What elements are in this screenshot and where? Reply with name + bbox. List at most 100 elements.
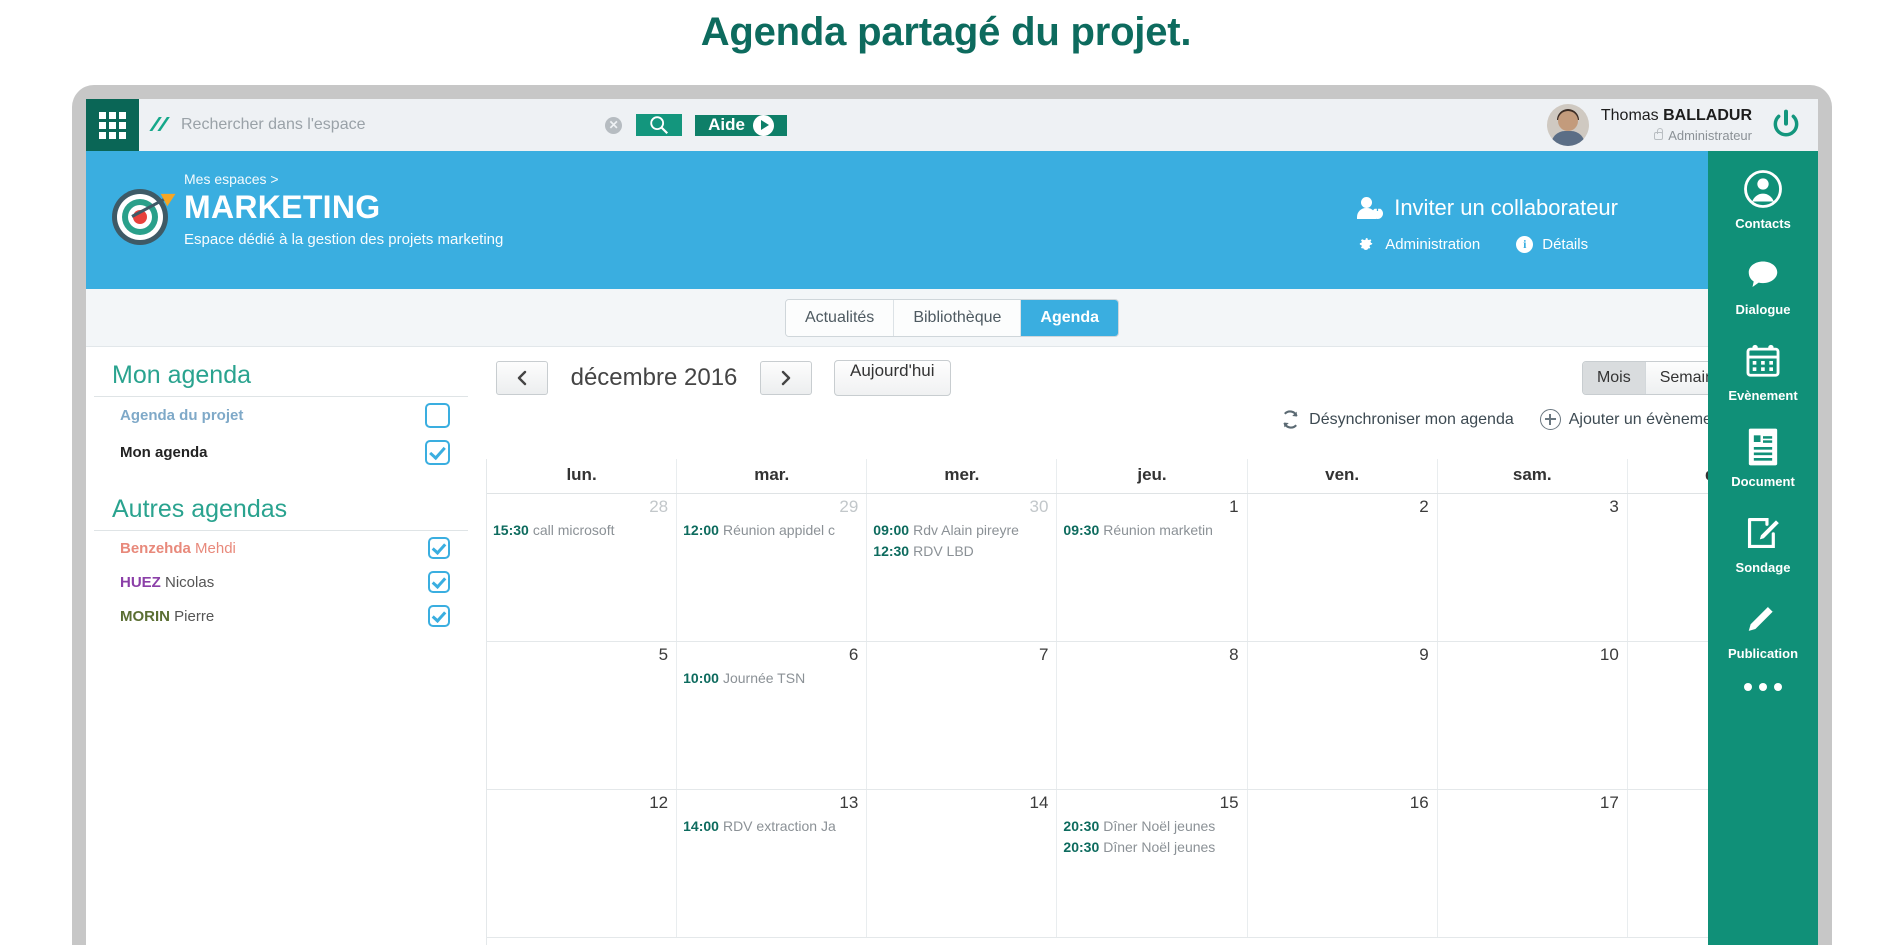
agenda-item-projet[interactable]: Agenda du projet [94,397,468,434]
agenda-label: HUEZ Nicolas [120,573,215,591]
agenda-checkbox[interactable] [425,440,450,465]
tab-agenda[interactable]: Agenda [1021,299,1119,336]
agenda-label: Mon agenda [120,444,208,461]
calendar-day-cell[interactable]: 13 14:00 RDV extraction Ja [677,790,868,937]
search-input[interactable] [181,116,606,134]
user-role: Administrateur [1601,127,1752,145]
play-icon [753,114,774,136]
details-link[interactable]: i Détails [1516,235,1588,254]
agenda-checkbox[interactable] [428,537,450,559]
calendar-day-cell[interactable]: 10 [1438,642,1628,789]
rail-item-contacts[interactable]: Contacts [1708,167,1818,231]
agenda-item-mon-agenda[interactable]: Mon agenda [94,434,468,471]
prev-month-button[interactable] [496,361,548,395]
tab-bibliotheque[interactable]: Bibliothèque [894,299,1022,336]
other-agendas-heading: Autres agendas [94,481,468,531]
calendar-day-cell[interactable]: 17 [1438,790,1628,937]
chevron-right-icon [781,370,791,386]
calendar-event[interactable]: 20:30 Dîner Noël jeunes [1063,818,1240,834]
rail-item-more[interactable] [1708,683,1818,691]
calendar-event[interactable]: 12:30 RDV LBD [873,543,1050,559]
breadcrumb[interactable]: Mes espaces > [184,171,503,187]
avatar[interactable] [1546,104,1589,146]
day-number: 30 [1029,497,1049,516]
calendar-day-cell[interactable]: 1 09:30 Réunion marketin [1057,494,1248,641]
calendar-day-cell[interactable]: 9 [1248,642,1438,789]
calendar-event[interactable]: 09:00 Rdv Alain pireyre [873,522,1050,538]
calendar-day-cell[interactable]: 29 12:00 Réunion appidel c [677,494,868,641]
rail-label: Publication [1727,646,1799,661]
agenda-label: Benzehda Mehdi [120,539,236,557]
help-button[interactable]: Aide [695,114,787,136]
calendar-day-cell[interactable]: 12 [487,790,678,937]
device-frame: ✕ Aide Thomas BALLADUR Administrateur [72,85,1832,945]
apps-grid-button[interactable] [86,99,139,151]
event-time: 09:30 [1063,522,1100,538]
calendar-day-cell[interactable]: 15 20:30 Dîner Noël jeunes 20:30 Dîner Noël … [1057,790,1248,937]
event-time: 20:30 [1063,839,1100,855]
calendar-day-cell[interactable]: 2 [1248,494,1438,641]
banner-links: Administration i Détails [1357,235,1618,254]
tab-actualites[interactable]: Actualités [785,299,895,336]
calendar-day-cell[interactable]: 8 [1057,642,1248,789]
calendar-day-cell[interactable]: 14 [867,790,1058,937]
day-number: 7 [1038,645,1049,664]
calendar-day-cell[interactable]: 7 [867,642,1058,789]
agenda-item-benzehda[interactable]: Benzehda Mehdi [94,531,468,565]
view-month-button[interactable]: Mois [1582,362,1646,394]
calendar-day-cell[interactable]: 5 [487,642,678,789]
rail-item-publication[interactable]: Publication [1708,597,1818,661]
details-label: Détails [1542,236,1589,253]
power-icon[interactable] [1770,109,1802,141]
calendar-event[interactable]: 10:00 Journée TSN [683,670,860,686]
page-title: Agenda partagé du projet. [700,10,1192,54]
calendar-week: 5610:00Journée TSN7891011 [487,642,1818,790]
event-time: 14:00 [683,818,719,834]
next-month-button[interactable] [760,361,812,395]
desync-label: Désynchroniser mon agenda [1309,410,1514,428]
gear-icon [1360,238,1373,250]
calendar-event[interactable]: 12:00 Réunion appidel c [683,522,860,538]
rail-item-document[interactable]: Document [1708,425,1818,489]
agenda-checkbox[interactable] [425,403,450,428]
day-number: 10 [1599,645,1619,664]
calendar-event[interactable]: 14:00 RDV extraction Ja [683,818,860,834]
rail-item-dialogue[interactable]: Dialogue [1708,253,1818,317]
agenda-sidebar: Mon agenda Agenda du projet Mon agenda A… [86,347,582,945]
calendar-event[interactable]: 20:30 Dîner Noël jeunes [1063,839,1240,855]
info-icon: i [1516,236,1534,253]
agenda-checkbox[interactable] [428,605,450,627]
clear-icon[interactable]: ✕ [605,116,623,134]
rail-item-evenement[interactable]: Evènement [1708,339,1818,403]
administration-link[interactable]: Administration [1357,235,1480,254]
app-screen: ✕ Aide Thomas BALLADUR Administrateur [86,99,1818,945]
rail-item-sondage[interactable]: Sondage [1708,511,1818,575]
tabs-row: Actualités Bibliothèque Agenda [86,289,1818,347]
day-number: 8 [1229,645,1239,664]
event-title: RDV extraction Ja [722,818,836,834]
calendar-day-cell[interactable]: 6 10:00 Journée TSN [677,642,868,789]
calendar-day-cell[interactable]: 28 15:30 call microsoft [487,494,678,641]
tabs: Actualités Bibliothèque Agenda [784,298,1120,337]
search-button[interactable] [636,114,683,136]
lock-icon [1654,127,1664,140]
calendar-day-cell[interactable]: 30 09:00 Rdv Alain pireyre 12:30 RDV LBD [867,494,1058,641]
user-area: Thomas BALLADUR Administrateur [1546,99,1818,151]
survey-icon [1708,511,1818,555]
event-time: 09:00 [873,522,910,538]
calendar-day-cell[interactable]: 16 [1248,790,1438,937]
today-button[interactable]: Aujourd'hui [834,360,951,396]
calendar-event[interactable]: 09:30 Réunion marketin [1063,522,1240,538]
space-info: Mes espaces > MARKETING Espace dédié à l… [184,171,503,248]
agenda-item-huez[interactable]: HUEZ Nicolas [94,565,468,599]
invite-collaborator-button[interactable]: Inviter un collaborateur [1357,195,1618,221]
user-last: BALLADUR [1663,107,1752,125]
day-number: 14 [1029,793,1049,812]
dow-lun: lun. [487,459,678,493]
calendar-event[interactable]: 15:30 call microsoft [493,522,670,538]
agenda-item-morin[interactable]: MORIN Pierre [94,599,468,633]
agenda-checkbox[interactable] [428,571,450,593]
event-title: call microsoft [532,522,615,538]
calendar-day-cell[interactable]: 3 [1438,494,1628,641]
desync-agenda-button[interactable]: Désynchroniser mon agenda [1280,409,1514,430]
